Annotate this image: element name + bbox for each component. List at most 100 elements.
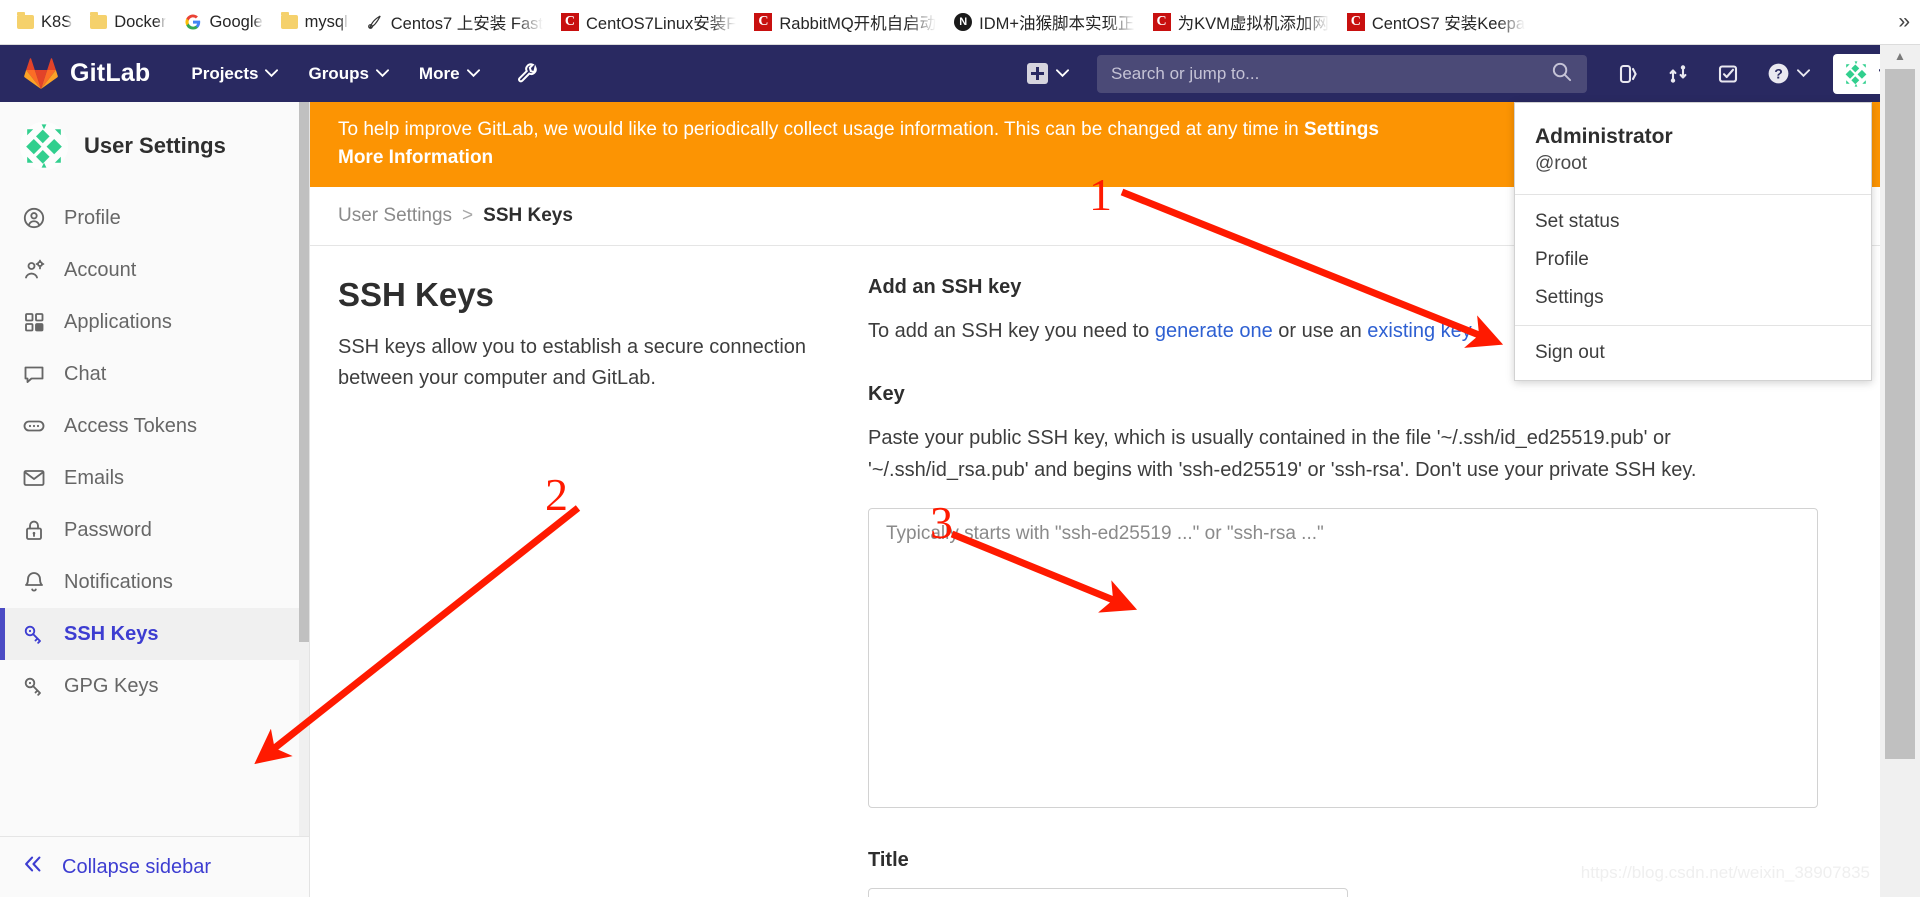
- admin-wrench-icon[interactable]: [509, 55, 547, 93]
- bookmark-item[interactable]: C CentOS7 安装Keepa: [1338, 6, 1534, 38]
- bookmark-item[interactable]: Centos7 上安装 Fast: [357, 6, 552, 38]
- sidebar-scrollbar[interactable]: [299, 102, 309, 897]
- add-key-text-1: To add an SSH key you need to: [868, 320, 1155, 343]
- ssh-keys-description-column: SSH Keys SSH keys allow you to establish…: [338, 276, 808, 897]
- nav-link-projects[interactable]: Projects: [176, 56, 293, 92]
- compass-icon: [367, 15, 381, 29]
- user-menu-item-set-status[interactable]: Set status: [1515, 203, 1871, 241]
- gitlab-home-link[interactable]: GitLab: [24, 57, 151, 90]
- bookmark-label: Centos7 上安装 Fast: [390, 15, 543, 33]
- collapse-sidebar-button[interactable]: Collapse sidebar: [0, 836, 309, 897]
- sidebar-item-account[interactable]: Account: [0, 244, 309, 296]
- csdn-icon: C: [560, 13, 579, 31]
- sidebar-avatar: [20, 122, 68, 170]
- bookmark-item[interactable]: Docker: [81, 9, 175, 36]
- svg-text:?: ?: [1774, 66, 1783, 82]
- nav-link-label: More: [418, 63, 460, 83]
- new-item-button[interactable]: [1017, 55, 1079, 92]
- generate-one-link[interactable]: generate one: [1155, 320, 1273, 342]
- key-field-help: Paste your public SSH key, which is usua…: [868, 427, 1697, 482]
- sidebar-item-label: Access Tokens: [64, 414, 198, 437]
- bookmark-item[interactable]: Google: [175, 9, 271, 36]
- sidebar-item-access-tokens[interactable]: Access Tokens: [0, 400, 309, 452]
- nav-link-more[interactable]: More: [404, 56, 495, 92]
- bookmark-label: Docker: [114, 12, 167, 31]
- ssh-key-textarea[interactable]: [868, 508, 1818, 809]
- key-icon: [22, 622, 46, 646]
- gitlab-brand-text: GitLab: [70, 59, 151, 87]
- folder-icon: [90, 12, 108, 29]
- chat-bubble-icon: [22, 362, 46, 386]
- sidebar-item-password[interactable]: Password: [0, 504, 309, 556]
- navbar-links: Projects Groups More: [176, 56, 494, 92]
- sidebar-item-notifications[interactable]: Notifications: [0, 556, 309, 608]
- banner-settings-link[interactable]: Settings: [1304, 119, 1379, 140]
- banner-text: To help improve GitLab, we would like to…: [338, 119, 1305, 140]
- csdn-icon: C: [1152, 13, 1171, 31]
- user-menu-item-profile[interactable]: Profile: [1515, 241, 1871, 279]
- csdn-icon: C: [754, 13, 773, 31]
- bookmark-label: 为KVM虚拟机添加网: [1177, 15, 1329, 33]
- sidebar-item-label: Account: [64, 258, 137, 281]
- page-scrollbar-thumb[interactable]: [1885, 69, 1915, 759]
- nav-link-groups[interactable]: Groups: [293, 56, 403, 92]
- sidebar-item-label: Password: [64, 518, 152, 541]
- sidebar-item-label: Profile: [64, 206, 121, 229]
- search-input[interactable]: Search or jump to...: [1097, 54, 1587, 93]
- bookmark-item[interactable]: N IDM+油猴脚本实现正: [945, 6, 1143, 38]
- sidebar-item-label: Notifications: [64, 570, 173, 593]
- bookmarks-overflow-button[interactable]: »: [1898, 10, 1910, 34]
- page-title: SSH Keys: [338, 276, 494, 314]
- sidebar-scrollbar-thumb[interactable]: [299, 102, 309, 642]
- merge-requests-icon[interactable]: [1655, 53, 1701, 95]
- breadcrumb-parent[interactable]: User Settings: [338, 205, 452, 227]
- google-icon: [185, 14, 201, 30]
- user-handle: @root: [1535, 153, 1588, 175]
- bookmark-item[interactable]: C 为KVM虚拟机添加网: [1144, 6, 1338, 38]
- sidebar-item-ssh-keys[interactable]: SSH Keys: [0, 608, 309, 660]
- sign-out-item[interactable]: Sign out: [1515, 334, 1871, 372]
- bookmark-label: RabbitMQ开机自启动: [779, 15, 937, 33]
- lock-icon: [22, 518, 46, 542]
- sidebar-item-gpg-keys[interactable]: GPG Keys: [0, 660, 309, 712]
- bookmark-label: CentOS7 安装Keepa: [1371, 15, 1525, 33]
- bookmark-label: IDM+油猴脚本实现正: [979, 15, 1135, 33]
- sidebar-item-label: Applications: [64, 310, 172, 333]
- issues-icon[interactable]: [1605, 53, 1651, 95]
- bookmark-item[interactable]: K8S: [8, 9, 81, 36]
- watermark: https://blog.csdn.net/weixin_38907835: [1580, 863, 1870, 882]
- key-icon: [22, 674, 46, 698]
- existing-key-link[interactable]: existing key: [1367, 320, 1472, 342]
- token-icon: [22, 414, 46, 438]
- bookmark-item[interactable]: mysql: [272, 9, 357, 36]
- nav-link-label: Groups: [308, 63, 369, 83]
- bookmark-item[interactable]: C RabbitMQ开机自启动: [745, 6, 945, 38]
- help-icon[interactable]: ?: [1755, 52, 1821, 95]
- user-settings-sidebar: User Settings Profile Account Applications…: [0, 102, 310, 897]
- csdn-icon: C: [1346, 13, 1365, 31]
- folder-icon: [280, 12, 298, 29]
- user-dropdown-header: Administrator @root: [1515, 103, 1871, 195]
- user-menu-item-settings[interactable]: Settings: [1515, 279, 1871, 317]
- sidebar-header: User Settings: [0, 102, 309, 192]
- sidebar-item-label: SSH Keys: [64, 622, 159, 645]
- avatar: [1842, 59, 1870, 88]
- add-key-text-2: or use an: [1272, 320, 1368, 343]
- bookmark-item[interactable]: C CentOS7Linux安装F: [552, 6, 745, 38]
- ssh-key-title-input[interactable]: [868, 888, 1348, 897]
- nav-link-label: Projects: [191, 63, 259, 83]
- sidebar-item-applications[interactable]: Applications: [0, 296, 309, 348]
- sidebar-item-chat[interactable]: Chat: [0, 348, 309, 400]
- sidebar-item-emails[interactable]: Emails: [0, 452, 309, 504]
- todos-icon[interactable]: [1705, 53, 1751, 95]
- bookmark-label: CentOS7Linux安装F: [585, 15, 737, 33]
- page-scrollbar[interactable]: ▲: [1880, 45, 1920, 897]
- folder-icon: [17, 12, 34, 29]
- sidebar-item-profile[interactable]: Profile: [0, 192, 309, 244]
- apps-grid-icon: [22, 310, 46, 334]
- chevron-down-icon: [1797, 69, 1810, 78]
- bookmark-label: K8S: [41, 12, 73, 31]
- scroll-up-arrow-icon[interactable]: ▲: [1880, 45, 1920, 67]
- user-dropdown-items: Set status Profile Settings: [1515, 195, 1871, 326]
- plus-icon: [1027, 63, 1048, 84]
